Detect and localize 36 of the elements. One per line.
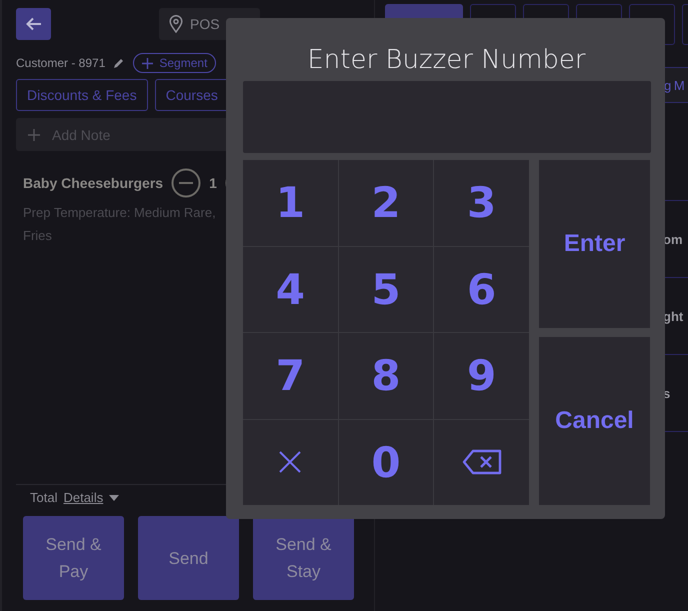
keypad-key[interactable]: 4 — [243, 246, 338, 332]
enter-button[interactable]: Enter — [539, 160, 650, 328]
segment-button[interactable]: Segment — [133, 53, 216, 73]
details-link[interactable]: Details — [63, 490, 104, 505]
send-button[interactable]: Send — [138, 516, 239, 600]
minus-button[interactable] — [171, 168, 202, 198]
backspace-icon — [462, 449, 502, 476]
plus-icon — [28, 128, 40, 140]
keypad-key[interactable]: 7 — [243, 333, 338, 418]
keypad-key[interactable] — [434, 420, 529, 505]
item-quantity: 1 — [209, 175, 217, 191]
action-button[interactable]: Discounts & Fees — [16, 79, 148, 111]
map-pin-icon — [169, 15, 183, 33]
send-button[interactable]: Send & Stay — [253, 516, 354, 600]
keypad-key[interactable]: 2 — [338, 160, 434, 246]
back-button[interactable] — [16, 8, 51, 40]
keypad-key[interactable]: 3 — [434, 160, 529, 246]
keypad-key[interactable]: 6 — [434, 246, 529, 332]
keypad-key[interactable]: 8 — [338, 333, 434, 418]
caret-icon[interactable] — [109, 494, 120, 500]
customer-name: Customer - 8971 — [16, 56, 106, 70]
location-name: POS — [190, 16, 220, 32]
close-icon — [278, 450, 302, 474]
number-display-field[interactable] — [243, 81, 651, 153]
total-label: Total — [30, 490, 58, 505]
keypad-key[interactable]: 5 — [338, 246, 434, 332]
pencil-icon[interactable] — [113, 57, 126, 69]
dialog-title: Enter Buzzer Number — [307, 45, 586, 77]
send-button[interactable]: Send & Pay — [23, 516, 124, 600]
keypad-key[interactable]: 1 — [243, 160, 338, 246]
keypad-key[interactable]: 0 — [338, 420, 434, 505]
keypad-key[interactable]: 9 — [434, 333, 529, 418]
plus-icon — [142, 58, 154, 68]
back-arrow-icon — [26, 17, 42, 31]
item-name: Baby Cheeseburgers — [23, 175, 164, 191]
cancel-button[interactable]: Cancel — [539, 337, 650, 505]
